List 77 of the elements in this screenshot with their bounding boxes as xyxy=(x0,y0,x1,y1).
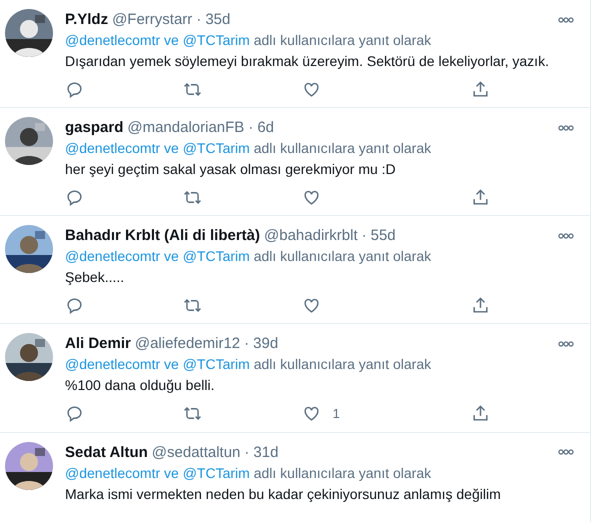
more-button[interactable] xyxy=(558,16,574,22)
share-icon xyxy=(470,188,490,207)
user-handle[interactable]: @Ferrystarr xyxy=(112,9,192,30)
separator-dot: · xyxy=(196,10,202,30)
tweet-card[interactable]: Ali Demir @aliefedemir12 · 39d @denetlecomtr ve @TCTarim adlı kullanıcılara yanıt olarak %100 dana olduğu belli. 1 xyxy=(0,324,590,432)
share-button[interactable] xyxy=(470,296,490,315)
tweet-card[interactable]: Bahadır Krblt (Ali di libertà) @bahadirkrblt · 55d @denetlecomtr ve @TCTarim adlı kullanıcılara yanıt olarak Şebek..... xyxy=(0,216,590,324)
tweet-time[interactable]: 35d xyxy=(205,9,230,30)
reply-icon xyxy=(65,296,84,315)
heart-icon xyxy=(302,188,321,207)
user-name[interactable]: Ali Demir xyxy=(65,333,131,354)
tweet-time[interactable]: 55d xyxy=(370,225,396,246)
heart-icon xyxy=(302,296,321,315)
heart-icon xyxy=(302,404,321,424)
tweet-card[interactable]: P.Yldz @Ferrystarr · 35d @denetlecomtr ve @TCTarim adlı kullanıcılara yanıt olarak Dışarıdan yemek söylemeyi bırakmak üzereyim. Sektörü de lekeliyorlar, yazık. xyxy=(0,0,590,108)
retweet-icon xyxy=(183,296,202,315)
heart-icon xyxy=(302,80,321,99)
separator-dot: · xyxy=(244,334,250,354)
retweet-icon xyxy=(183,80,202,99)
reply-icon xyxy=(65,188,84,207)
share-button[interactable] xyxy=(470,404,490,424)
more-button[interactable] xyxy=(558,340,574,346)
retweet-button[interactable] xyxy=(183,188,202,207)
reply-link[interactable]: @denetlecomtr ve @TCTarim xyxy=(65,32,250,48)
share-icon xyxy=(470,80,490,99)
user-handle[interactable]: @mandalorianFB xyxy=(127,117,244,138)
like-button[interactable]: 1 xyxy=(302,404,372,424)
tweet-text: Marka ismi vermekten neden bu kadar çekiniyorsunuz anlamış değilim xyxy=(65,484,502,504)
tweet-time[interactable]: 31d xyxy=(253,442,278,462)
share-button[interactable] xyxy=(470,188,490,207)
reply-context: adlı kullanıcılara yanıt olarak xyxy=(254,356,432,372)
reply-context: adlı kullanıcılara yanıt olarak xyxy=(254,140,432,156)
separator-dot: · xyxy=(244,442,250,462)
retweet-icon xyxy=(183,188,202,207)
reply-button[interactable] xyxy=(65,296,84,315)
user-name[interactable]: gaspard xyxy=(65,117,124,138)
reply-icon xyxy=(65,404,84,424)
reply-button[interactable] xyxy=(65,404,84,424)
share-icon xyxy=(470,404,490,424)
retweet-button[interactable] xyxy=(183,296,202,315)
reply-button[interactable] xyxy=(65,188,84,207)
tweet-card[interactable]: gaspard @mandalorianFB · 6d @denetlecomtr ve @TCTarim adlı kullanıcılara yanıt olarak her şeyi geçtim sakal yasak olması gerekmiyor mu :D xyxy=(0,108,590,216)
share-icon xyxy=(470,296,490,315)
reply-link[interactable]: @denetlecomtr ve @TCTarim xyxy=(65,356,250,372)
more-icon xyxy=(558,449,574,455)
reply-icon xyxy=(65,80,84,99)
user-handle[interactable]: @bahadirkrblt xyxy=(264,225,358,246)
retweet-button[interactable] xyxy=(183,80,202,99)
user-name[interactable]: Bahadır Krblt (Ali di libertà) xyxy=(65,225,260,246)
tweet-time[interactable]: 6d xyxy=(257,117,274,138)
user-handle[interactable]: @aliefedemir12 xyxy=(134,333,240,354)
more-icon xyxy=(558,232,574,238)
more-icon xyxy=(558,16,574,22)
tweet-text: %100 dana olduğu belli. xyxy=(65,376,216,395)
user-name[interactable]: P.Yldz xyxy=(65,9,108,30)
tweet-text: Şebek..... xyxy=(65,268,126,287)
user-name[interactable]: Sedat Altun xyxy=(65,442,148,462)
more-icon xyxy=(558,340,574,346)
reply-context: adlı kullanıcılara yanıt olarak xyxy=(254,32,432,48)
tweet-text: her şeyi geçtim sakal yasak olması gerekmiyor mu :D xyxy=(65,160,397,179)
more-button[interactable] xyxy=(558,232,574,238)
reply-link[interactable]: @denetlecomtr ve @TCTarim xyxy=(65,140,250,156)
separator-dot: · xyxy=(248,118,254,138)
more-button[interactable] xyxy=(558,124,574,130)
share-button[interactable] xyxy=(470,80,490,99)
reply-context: adlı kullanıcılara yanıt olarak xyxy=(254,464,432,480)
reply-link[interactable]: @denetlecomtr ve @TCTarim xyxy=(65,464,250,480)
user-handle[interactable]: @sedattaltun xyxy=(152,442,240,462)
separator-dot: · xyxy=(362,226,367,246)
tweet-time[interactable]: 39d xyxy=(253,333,278,354)
reply-button[interactable] xyxy=(65,80,84,99)
tweet-card[interactable]: Sedat Altun @sedattaltun · 31d @denetlecomtr ve @TCTarim adlı kullanıcılara yanıt olarak Marka ismi vermekten neden bu kadar çekiniyorsunuz anlamış değilim xyxy=(0,432,590,522)
tweet-text: Dışarıdan yemek söylemeyi bırakmak üzereyim. Sektörü de lekeliyorlar, yazık. xyxy=(65,52,550,71)
more-button[interactable] xyxy=(558,449,574,455)
reply-context: adlı kullanıcılara yanıt olarak xyxy=(254,248,432,264)
reply-link[interactable]: @denetlecomtr ve @TCTarim xyxy=(65,248,250,264)
more-icon xyxy=(558,124,574,130)
